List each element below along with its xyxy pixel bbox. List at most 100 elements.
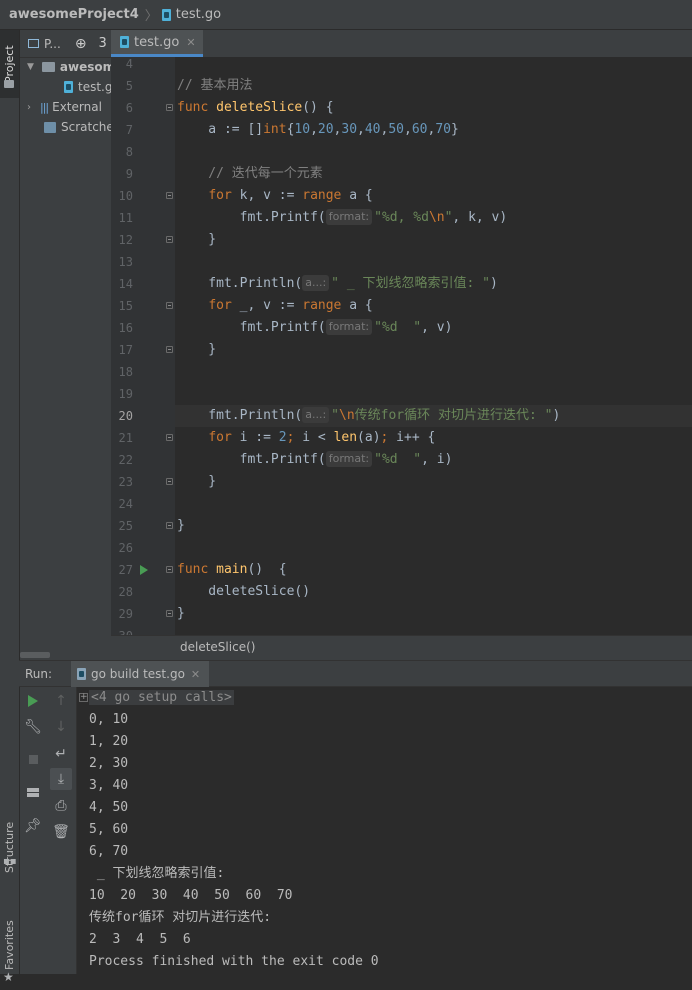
code-line-22: fmt.Printf(format: "%d ", i) xyxy=(177,451,453,467)
console-line: _ 下划线忽略索引值: xyxy=(89,866,225,881)
tree-item-file[interactable]: test.g xyxy=(64,77,111,97)
locate-icon[interactable]: ⊕ xyxy=(75,36,87,52)
line-number: 12 xyxy=(118,233,133,247)
run-config-icon xyxy=(77,668,86,680)
parameter-hint: a...: xyxy=(302,407,330,423)
close-icon[interactable]: ✕ xyxy=(191,668,200,681)
console-exit-line: Process finished with the exit code 0 xyxy=(89,954,379,969)
breadcrumb-function[interactable]: deleteSlice() xyxy=(180,640,255,654)
console-line: 4, 50 xyxy=(89,800,129,815)
setup-calls-fold[interactable]: <4 go setup calls> xyxy=(89,687,234,709)
chevron-right-icon: › xyxy=(27,101,31,113)
console-line: 2, 30 xyxy=(89,756,129,771)
arrow-up-icon[interactable]: ↑ xyxy=(46,690,76,712)
line-number: 26 xyxy=(118,541,133,555)
run-label: Run: xyxy=(25,667,53,681)
library-icon: ||| xyxy=(40,100,49,114)
fold-marker[interactable] xyxy=(166,346,173,353)
console-line: 0, 10 xyxy=(89,712,129,727)
fold-marker[interactable] xyxy=(166,434,173,441)
stop-button[interactable] xyxy=(20,748,46,770)
fold-marker[interactable] xyxy=(166,236,173,243)
code-line-5: // 基本用法 xyxy=(177,78,253,93)
pin-icon[interactable]: 📌︎ xyxy=(20,815,46,837)
line-number: 14 xyxy=(118,277,133,291)
code-line-25: } xyxy=(177,518,185,533)
code-line-9: // 迭代每一个元素 xyxy=(177,166,323,181)
line-number: 20 xyxy=(118,409,133,423)
line-number: 23 xyxy=(118,475,133,489)
console-line: 2 3 4 5 6 xyxy=(89,932,191,947)
expand-icon[interactable]: + xyxy=(79,693,88,702)
line-number: 9 xyxy=(125,167,133,181)
code-line-27: func main() { xyxy=(177,562,287,577)
navigation-bar: awesomeProject4 〉 test.go xyxy=(0,0,692,30)
scroll-to-end-icon[interactable]: ⤓ xyxy=(50,768,72,790)
tree-item-external[interactable]: › ||| External xyxy=(27,97,111,117)
stop-icon xyxy=(28,754,38,764)
structure-tool-tab[interactable]: Structure xyxy=(0,802,19,892)
line-number: 11 xyxy=(118,211,133,225)
run-toolbar-primary: 🔧︎ 📌︎ xyxy=(20,687,46,974)
trash-icon[interactable]: 🗑︎ xyxy=(46,821,76,843)
run-toolbar-secondary: ↑ ↓ ↵ ⤓ ⎙ 🗑︎ xyxy=(46,687,77,974)
run-gutter-icon[interactable] xyxy=(140,565,148,575)
code-line-28: deleteSlice() xyxy=(177,584,311,599)
line-number: 18 xyxy=(118,365,133,379)
parameter-hint: format: xyxy=(325,451,373,467)
fold-marker[interactable] xyxy=(166,522,173,529)
parameter-hint: format: xyxy=(325,209,373,225)
arrow-down-icon[interactable]: ↓ xyxy=(46,716,76,738)
parameter-hint: format: xyxy=(325,319,373,335)
view-selector[interactable]: P... xyxy=(44,37,61,51)
fold-marker[interactable] xyxy=(166,610,173,617)
code-line-21: for i := 2; i < len(a); i++ { xyxy=(208,430,436,445)
tree-item-scratches[interactable]: Scratche xyxy=(44,117,111,137)
code-line-17: } xyxy=(177,342,217,357)
run-panel-header: Run: go build test.go ✕ xyxy=(19,660,692,687)
line-number: 8 xyxy=(125,145,133,159)
code-editor[interactable] xyxy=(175,57,692,635)
go-file-icon xyxy=(64,81,73,93)
close-icon[interactable]: ✕ xyxy=(186,36,195,49)
window-icon xyxy=(28,39,39,48)
code-line-14: fmt.Println(a...: " _ 下划线忽略索引值: ") xyxy=(177,275,498,291)
line-number: 25 xyxy=(118,519,133,533)
line-number: 4 xyxy=(125,57,133,71)
line-number: 27 xyxy=(118,563,133,577)
soft-wrap-icon[interactable]: ↵ xyxy=(46,743,76,765)
tree-item-project[interactable]: ▼ awesom xyxy=(27,57,111,77)
scratches-icon xyxy=(44,121,56,133)
fold-marker[interactable] xyxy=(166,192,173,199)
fold-marker[interactable] xyxy=(166,104,173,111)
rerun-button[interactable] xyxy=(20,690,46,712)
line-number: 10 xyxy=(118,189,133,203)
console-line: 3, 40 xyxy=(89,778,129,793)
horizontal-scrollbar[interactable] xyxy=(20,652,50,658)
run-tab[interactable]: go build test.go ✕ xyxy=(71,661,209,687)
layout-icon[interactable] xyxy=(20,781,46,803)
line-number: 5 xyxy=(125,79,133,93)
folder-icon xyxy=(41,62,55,72)
editor-breadcrumb: deleteSlice() xyxy=(111,635,692,661)
fold-marker[interactable] xyxy=(166,302,173,309)
wrench-icon[interactable]: 🔧︎ xyxy=(20,716,46,738)
print-icon[interactable]: ⎙ xyxy=(46,795,76,817)
fold-marker[interactable] xyxy=(166,566,173,573)
breadcrumb-file[interactable]: test.go xyxy=(176,7,221,22)
code-line-29: } xyxy=(177,606,185,621)
console-line: 5, 60 xyxy=(89,822,129,837)
line-number: 7 xyxy=(125,123,133,137)
fold-marker[interactable] xyxy=(166,478,173,485)
collapse-icon[interactable]: 3 xyxy=(99,36,107,51)
project-folder-icon xyxy=(4,80,14,88)
code-line-20: fmt.Println(a...: "\n传统for循环 对切片进行迭代: ") xyxy=(177,407,561,423)
code-line-16: fmt.Printf(format: "%d ", v) xyxy=(177,319,453,335)
breadcrumb-project[interactable]: awesomeProject4 xyxy=(0,7,139,22)
editor-tab-bar: test.go ✕ xyxy=(111,30,692,58)
chevron-down-icon: ▼ xyxy=(27,62,34,72)
line-number: 24 xyxy=(118,497,133,511)
code-line-7: a := []int{10,20,30,40,50,60,70} xyxy=(177,122,459,137)
line-number: 6 xyxy=(125,101,133,115)
go-file-icon xyxy=(120,36,129,48)
